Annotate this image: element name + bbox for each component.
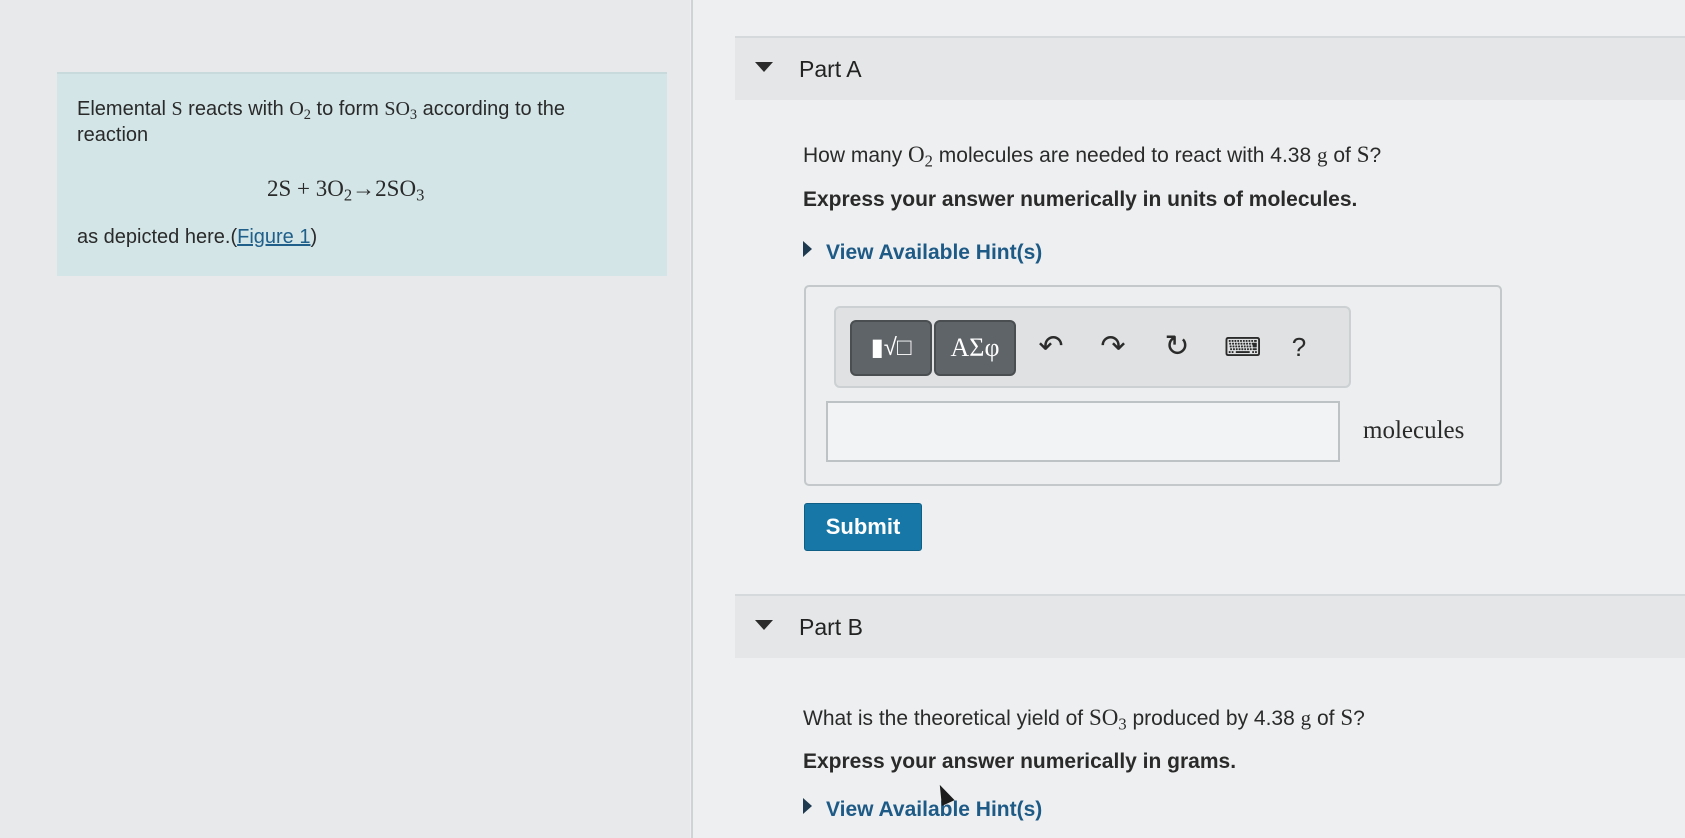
templates-button[interactable]: ▮√□ [850, 320, 932, 376]
problem-statement: Elemental S reacts with O2 to form SO3 a… [57, 72, 667, 276]
part-b-header[interactable]: Part B [735, 594, 1685, 658]
reset-icon[interactable]: ↻ [1160, 330, 1194, 364]
element-symbol: S [171, 98, 183, 120]
text: according to the [417, 98, 565, 120]
formula-so3: SO3 [384, 98, 418, 124]
text: Elemental [77, 98, 172, 120]
reaction-equation: 2S + 3O2→2SO3 [267, 176, 425, 205]
hint-label: View Available Hint(s) [826, 798, 1043, 821]
problem-line-1: Elemental S reacts with O2 to form SO3 a… [77, 96, 565, 122]
part-b-title: Part B [799, 614, 863, 640]
problem-line-3: as depicted here.(Figure 1) [77, 226, 318, 248]
keyboard-icon[interactable]: ⌨ [1224, 330, 1262, 364]
help-button[interactable]: ? [1282, 330, 1316, 364]
expand-triangle-icon [803, 241, 812, 257]
questions-pane: Part A How many O2 molecules are needed … [693, 0, 1685, 838]
submit-button[interactable]: Submit [804, 503, 922, 551]
part-b-instruction: Express your answer numerically in grams… [803, 750, 1237, 773]
problem-pane: Elemental S reacts with O2 to form SO3 a… [0, 0, 690, 838]
text: reacts with [182, 98, 290, 120]
part-a-hint-toggle[interactable]: View Available Hint(s) [803, 241, 1042, 265]
part-a-question: How many O2 molecules are needed to reac… [803, 142, 1382, 171]
figure-link[interactable]: Figure 1 [237, 226, 310, 248]
math-toolbar: ▮√□ ΑΣφ ↶ ↷ ↻ ⌨ ? [834, 306, 1351, 388]
text: to form [310, 98, 385, 120]
unit-label: molecules [1363, 417, 1465, 444]
greek-symbols-button[interactable]: ΑΣφ [934, 320, 1016, 376]
expand-triangle-icon [803, 798, 812, 814]
part-b-hint-toggle[interactable]: View Available Hint(s) [803, 798, 1042, 822]
answer-input[interactable] [826, 401, 1340, 462]
redo-icon[interactable]: ↷ [1096, 330, 1130, 364]
undo-icon[interactable]: ↶ [1034, 330, 1068, 364]
hint-label: View Available Hint(s) [826, 241, 1043, 264]
problem-line-2: reaction [77, 124, 149, 146]
formula-o2: O2 [289, 98, 311, 124]
part-b-question: What is the theoretical yield of SO3 pro… [803, 705, 1365, 734]
collapse-caret-icon[interactable] [755, 62, 773, 72]
collapse-caret-icon[interactable] [755, 620, 773, 630]
part-a-header[interactable]: Part A [735, 36, 1685, 100]
part-a-instruction: Express your answer numerically in units… [803, 188, 1358, 211]
part-a-title: Part A [799, 56, 862, 82]
text: as depicted here. [77, 226, 231, 248]
answer-area: ▮√□ ΑΣφ ↶ ↷ ↻ ⌨ ? molecules [804, 285, 1502, 486]
